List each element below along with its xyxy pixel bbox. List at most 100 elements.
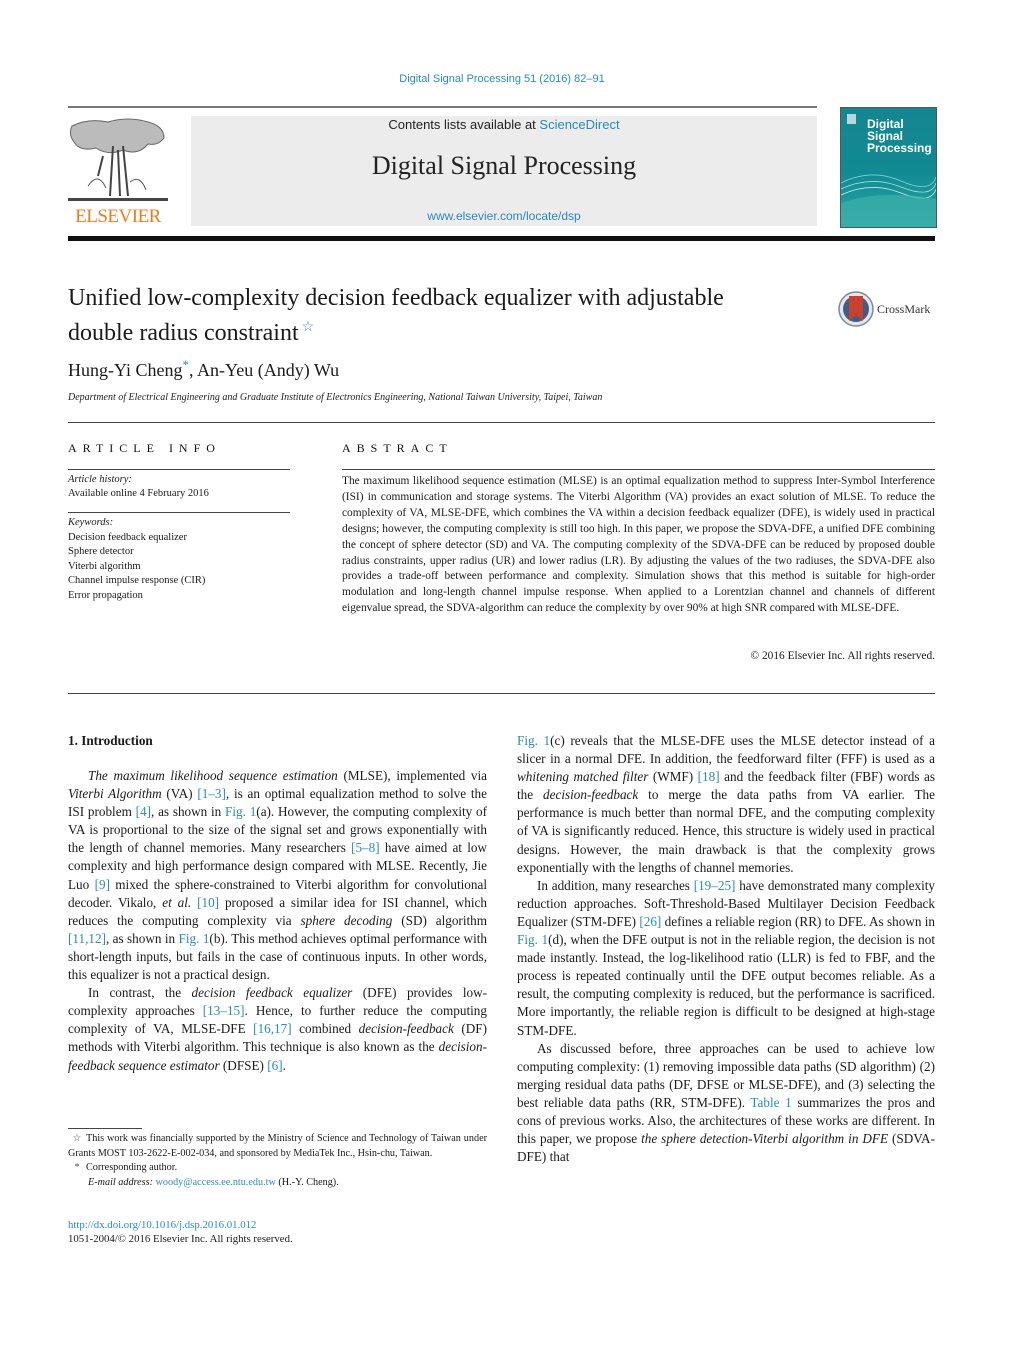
text-run: defines a reliable region (RR) to DFE. A… [661, 913, 935, 929]
text-run: (DFSE) [219, 1057, 268, 1073]
citation-link[interactable]: [26] [639, 914, 661, 929]
figure-link[interactable]: Fig. 1 [517, 733, 550, 748]
affiliation: Department of Electrical Engineering and… [68, 392, 603, 403]
asterisk-icon: * [74, 1162, 80, 1174]
citation-link[interactable]: [6] [267, 1058, 282, 1073]
footnote-divider [68, 1128, 142, 1129]
email-link[interactable]: woody@access.ee.ntu.edu.tw [156, 1177, 276, 1188]
figure-link[interactable]: Fig. 1 [179, 931, 210, 946]
text-run: , as shown in [151, 804, 226, 820]
citation-link[interactable]: [13–15] [203, 1003, 245, 1018]
cover-wave-graphic [841, 174, 936, 227]
abstract-heading: ABSTRACT [342, 441, 453, 455]
email-suffix: (H.-Y. Cheng). [275, 1176, 339, 1188]
italic-term: et al. [162, 894, 192, 910]
italic-term: Viterbi Algorithm [68, 786, 162, 802]
journal-url-link[interactable]: www.elsevier.com/locate/dsp [191, 209, 817, 223]
citation-link[interactable]: [19–25] [694, 878, 736, 893]
text-run: (c) reveals that the MLSE-DFE uses the M… [517, 733, 935, 767]
tree-icon [68, 118, 168, 201]
footnotes: ☆ This work was financially supported by … [68, 1132, 487, 1190]
citation-link[interactable]: [5–8] [351, 840, 380, 855]
cover-publisher-logo [847, 114, 856, 124]
top-divider [68, 106, 817, 108]
divider [68, 469, 290, 470]
cover-title: Digital Signal Processing [867, 118, 932, 154]
citation-link[interactable]: [10] [197, 895, 219, 910]
text-run: (d), when the DFE output is not in the r… [517, 932, 935, 1038]
email-label: E-mail address: [88, 1176, 153, 1188]
author-name[interactable]: An-Yeu (Andy) Wu [197, 360, 339, 380]
figure-link[interactable]: Fig. 1 [517, 932, 548, 947]
text-run: In contrast, the [88, 985, 192, 1001]
italic-term: whitening matched filter [517, 769, 649, 785]
keywords-list: Decision feedback equalizer Sphere detec… [68, 531, 205, 603]
italic-term: sphere decoding [300, 912, 393, 928]
text-run: (SD) algorithm [392, 912, 487, 928]
keyword-item: Decision feedback equalizer [68, 532, 187, 543]
divider [68, 512, 290, 513]
body-divider [68, 693, 935, 694]
author-name[interactable]: Hung-Yi Cheng [68, 360, 183, 380]
crossmark-label[interactable]: CrossMark [877, 302, 930, 317]
divider [68, 422, 935, 423]
contents-line: Contents lists available at ScienceDirec… [191, 117, 817, 132]
body-column-left: The maximum likelihood sequence estimati… [68, 767, 487, 1075]
title-line-2: double radius constraint [68, 320, 299, 346]
italic-term: The maximum likelihood sequence estimati… [88, 768, 338, 783]
footnote-text: Corresponding author. [86, 1162, 178, 1174]
footnote-corresponding: * Corresponding author. [68, 1161, 487, 1176]
title-line-1: Unified low-complexity decision feedback… [68, 285, 724, 311]
italic-term: decision feedback equalizer [191, 985, 353, 1001]
author-list: Hung-Yi Cheng*, An-Yeu (Andy) Wu [68, 357, 339, 381]
paragraph: In contrast, the decision feedback equal… [68, 984, 487, 1074]
citation-link[interactable]: [4] [136, 804, 151, 819]
footnote-email: E-mail address: woody@access.ee.ntu.edu.… [68, 1176, 487, 1191]
history-value: Available online 4 February 2016 [68, 488, 209, 499]
keyword-item: Viterbi algorithm [68, 560, 141, 572]
italic-term: decision-feedback [358, 1021, 454, 1037]
keyword-item: Sphere detector [68, 546, 134, 558]
citation-link[interactable]: [9] [95, 877, 110, 892]
history-label: Article history: [68, 474, 132, 485]
star-icon: ☆ [72, 1133, 82, 1144]
journal-reference-link[interactable]: Digital Signal Processing 51 (2016) 82–9… [0, 73, 1004, 85]
crossmark-icon [838, 291, 874, 327]
figure-link[interactable]: Fig. 1 [225, 804, 256, 819]
keyword-item: Error propagation [68, 589, 143, 601]
cover-title-line: Processing [867, 141, 932, 155]
issn-copyright: 1051-2004/© 2016 Elsevier Inc. All right… [68, 1233, 293, 1245]
title-footnote-star-icon[interactable]: ☆ [302, 320, 315, 335]
citation-link[interactable]: [16,17] [253, 1021, 291, 1036]
keywords-label: Keywords: [68, 517, 114, 528]
divider [342, 469, 935, 470]
paragraph: As discussed before, three approaches ca… [517, 1040, 935, 1167]
paragraph: The maximum likelihood sequence estimati… [68, 767, 487, 984]
article-info-heading: ARTICLE INFO [68, 441, 221, 455]
keyword-item: Channel impulse response (CIR) [68, 575, 206, 587]
table-link[interactable]: Table 1 [750, 1095, 791, 1110]
paragraph: In addition, many researches [19–25] hav… [517, 877, 935, 1040]
sciencedirect-link[interactable]: ScienceDirect [539, 117, 619, 132]
footnote-funding: ☆ This work was financially supported by … [68, 1132, 487, 1161]
citation-link[interactable]: [1–3] [197, 786, 226, 801]
text-run: , as shown in [105, 930, 179, 946]
text-run: (MLSE), implemented via [337, 768, 487, 783]
text-run: (VA) [161, 786, 198, 802]
contents-prefix: Contents lists available at [388, 117, 540, 132]
footnote-text: This work was financially supported by t… [68, 1133, 487, 1159]
journal-cover-image: Digital Signal Processing [840, 107, 937, 228]
paper-title: Unified low-complexity decision feedback… [68, 284, 828, 348]
abstract-body: The maximum likelihood sequence estimati… [342, 475, 935, 615]
citation-link[interactable]: [18] [698, 769, 720, 784]
paragraph: Fig. 1(c) reveals that the MLSE-DFE uses… [517, 732, 935, 877]
text-run: . [282, 1057, 286, 1073]
text-run: In addition, many researches [537, 877, 694, 893]
journal-title: Digital Signal Processing [371, 151, 637, 180]
text-run: (WMF) [648, 769, 698, 785]
citation-link[interactable]: [11,12] [68, 931, 106, 946]
body-column-right: Fig. 1(c) reveals that the MLSE-DFE uses… [517, 732, 935, 1166]
italic-term: decision-feedback [543, 787, 639, 803]
doi-link[interactable]: http://dx.doi.org/10.1016/j.dsp.2016.01.… [68, 1219, 256, 1231]
abstract-copyright: © 2016 Elsevier Inc. All rights reserved… [750, 650, 935, 662]
